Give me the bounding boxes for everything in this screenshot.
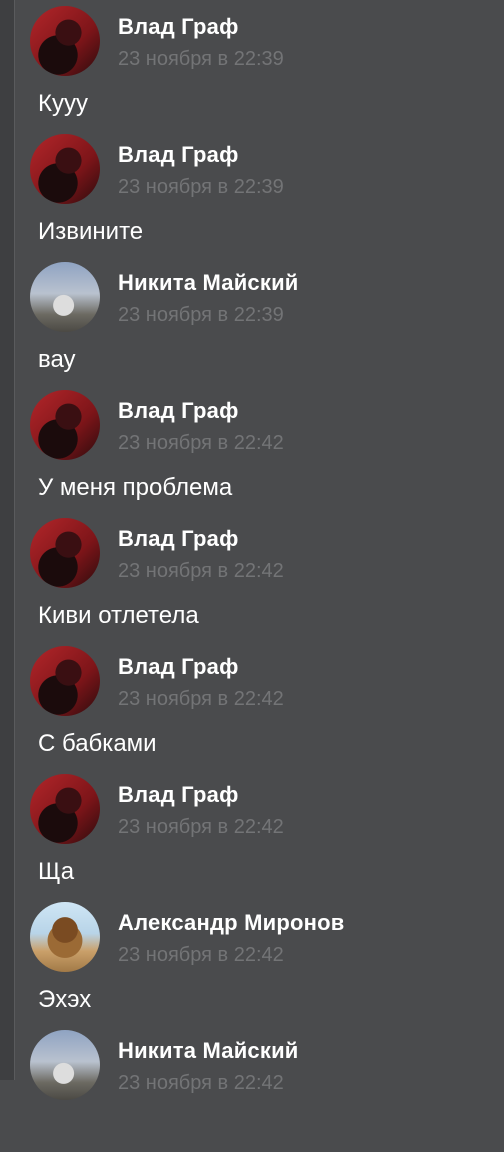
avatar[interactable] <box>30 774 100 844</box>
message-text: Ща <box>38 858 75 885</box>
message-timestamp: 23 ноября в 22:42 <box>118 560 284 582</box>
message-timestamp: 23 ноября в 22:39 <box>118 48 284 70</box>
author-name[interactable]: Влад Граф <box>118 398 239 424</box>
avatar[interactable] <box>30 6 100 76</box>
message-timestamp: 23 ноября в 22:42 <box>118 1072 284 1094</box>
author-name[interactable]: Никита Майский <box>118 270 299 296</box>
message-item: Влад Граф 23 ноября в 22:42 С бабками <box>0 640 504 768</box>
avatar[interactable] <box>30 262 100 332</box>
author-name[interactable]: Влад Граф <box>118 782 239 808</box>
author-name[interactable]: Влад Граф <box>118 142 239 168</box>
author-name[interactable]: Влад Граф <box>118 14 239 40</box>
avatar[interactable] <box>30 134 100 204</box>
author-name[interactable]: Никита Майский <box>118 1038 299 1064</box>
message-text: У меня проблема <box>38 474 233 501</box>
message-item: Никита Майский 23 ноября в 22:42 <box>0 1024 504 1152</box>
message-text: Кууу <box>38 90 88 117</box>
message-text: Киви отлетела <box>38 602 199 629</box>
author-name[interactable]: Влад Граф <box>118 654 239 680</box>
message-text: Эхэх <box>38 986 92 1013</box>
message-item: Никита Майский 23 ноября в 22:39 вау <box>0 256 504 384</box>
avatar[interactable] <box>30 518 100 588</box>
message-timestamp: 23 ноября в 22:42 <box>118 688 284 710</box>
message-item: Влад Граф 23 ноября в 22:39 Кууу <box>0 0 504 128</box>
message-timestamp: 23 ноября в 22:39 <box>118 304 284 326</box>
avatar[interactable] <box>30 646 100 716</box>
avatar[interactable] <box>30 902 100 972</box>
message-item: Влад Граф 23 ноября в 22:42 Киви отлетел… <box>0 512 504 640</box>
message-feed: Влад Граф 23 ноября в 22:39 Кууу Влад Гр… <box>0 0 504 1152</box>
message-timestamp: 23 ноября в 22:42 <box>118 432 284 454</box>
message-item: Влад Граф 23 ноября в 22:39 Извините <box>0 128 504 256</box>
avatar[interactable] <box>30 390 100 460</box>
message-timestamp: 23 ноября в 22:42 <box>118 816 284 838</box>
message-item: Влад Граф 23 ноября в 22:42 Ща <box>0 768 504 896</box>
message-item: Александр Миронов 23 ноября в 22:42 Эхэх <box>0 896 504 1024</box>
author-name[interactable]: Влад Граф <box>118 526 239 552</box>
message-text: вау <box>38 346 76 373</box>
message-item: Влад Граф 23 ноября в 22:42 У меня пробл… <box>0 384 504 512</box>
message-timestamp: 23 ноября в 22:42 <box>118 944 284 966</box>
message-text: Извините <box>38 218 144 245</box>
message-text: С бабками <box>38 730 157 757</box>
message-timestamp: 23 ноября в 22:39 <box>118 176 284 198</box>
author-name[interactable]: Александр Миронов <box>118 910 344 936</box>
avatar[interactable] <box>30 1030 100 1100</box>
